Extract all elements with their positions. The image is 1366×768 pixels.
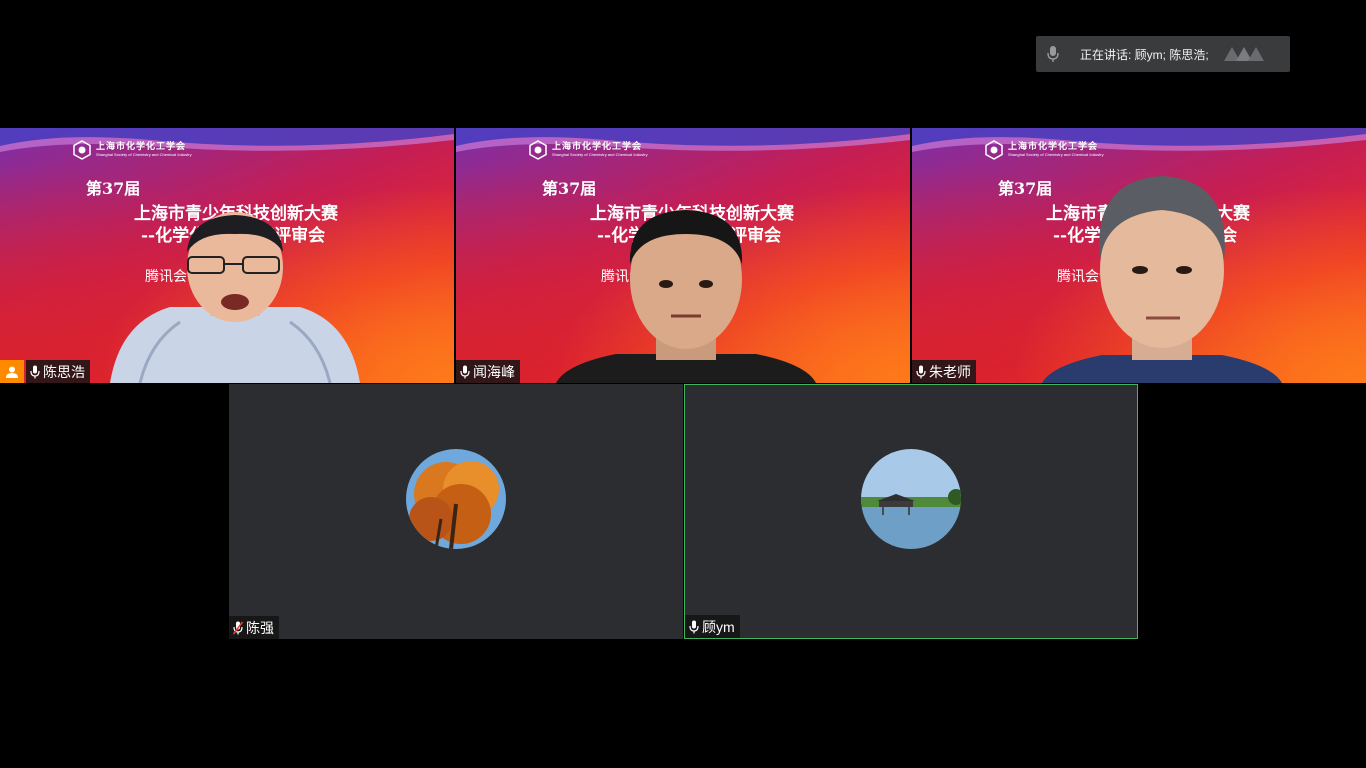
- lake-pavilion-avatar-image: [861, 449, 961, 549]
- slide-wave-decoration: [456, 128, 910, 152]
- participant-video-person: [556, 209, 816, 383]
- mic-icon: [30, 365, 40, 378]
- slide-org-cn: 上海市化学化工学会: [1008, 142, 1099, 152]
- society-seal-icon: [985, 140, 1003, 160]
- participant-video-person: [110, 212, 360, 383]
- society-seal-icon: [73, 140, 91, 160]
- host-user-icon: [6, 366, 18, 378]
- participant-name: 顾ym: [702, 618, 735, 635]
- video-tile-2[interactable]: 上海市化学化工学会 Shanghai Society of Chemistry …: [456, 128, 910, 383]
- participant-name-tag: 顾ym: [685, 615, 740, 638]
- video-tile-1[interactable]: 上海市化学化工学会 Shanghai Society of Chemistry …: [0, 128, 454, 383]
- participant-name-tag: 闻海峰: [456, 360, 520, 383]
- mic-icon: [460, 365, 470, 378]
- avatar-tile-1[interactable]: 陈强: [229, 384, 683, 639]
- host-badge: [0, 360, 24, 383]
- slide-org-logo: 上海市化学化工学会 Shanghai Society of Chemistry …: [984, 140, 1104, 160]
- participant-name: 陈思浩: [43, 363, 85, 380]
- avatar: [406, 449, 506, 549]
- slide-org-en: Shanghai Society of Chemistry and Chemic…: [1008, 152, 1104, 157]
- participant-name-tag: 陈思浩: [26, 360, 90, 383]
- autumn-tree-avatar-image: [406, 449, 506, 549]
- slide-org-en: Shanghai Society of Chemistry and Chemic…: [552, 152, 648, 157]
- speaking-indicator: 正在讲话: 顾ym; 陈思浩;: [1036, 36, 1290, 72]
- avatar: [861, 449, 961, 549]
- slide-edition: 第37届: [542, 179, 597, 198]
- avatar-tile-2[interactable]: 顾ym: [684, 384, 1138, 639]
- participant-video-person: [1042, 176, 1282, 383]
- mic-icon: [1047, 46, 1059, 62]
- participant-name-tag: 陈强: [229, 616, 279, 639]
- video-tile-3[interactable]: 上海市化学化工学会 Shanghai Society of Chemistry …: [912, 128, 1366, 383]
- slide-org-cn: 上海市化学化工学会: [552, 142, 643, 152]
- mic-muted-icon: [233, 621, 243, 634]
- speaking-text: 正在讲话: 顾ym; 陈思浩;: [1080, 47, 1209, 62]
- slide-wave-decoration: [0, 128, 454, 152]
- tencent-meeting-logo-icon: [1224, 47, 1264, 61]
- mic-icon: [916, 365, 926, 378]
- participant-name: 闻海峰: [473, 363, 515, 380]
- slide-wave-decoration: [912, 128, 1366, 152]
- slide-org-en: Shanghai Society of Chemistry and Chemic…: [96, 152, 192, 157]
- slide-edition: 第37届: [86, 179, 141, 198]
- participant-name: 陈强: [246, 619, 274, 636]
- participant-name-tag: 朱老师: [912, 360, 976, 383]
- mic-icon: [689, 620, 699, 633]
- participant-name: 朱老师: [929, 363, 971, 380]
- slide-org-logo: 上海市化学化工学会 Shanghai Society of Chemistry …: [72, 140, 192, 160]
- slide-org-cn: 上海市化学化工学会: [96, 142, 187, 152]
- society-seal-icon: [529, 140, 547, 160]
- slide-org-logo: 上海市化学化工学会 Shanghai Society of Chemistry …: [528, 140, 648, 160]
